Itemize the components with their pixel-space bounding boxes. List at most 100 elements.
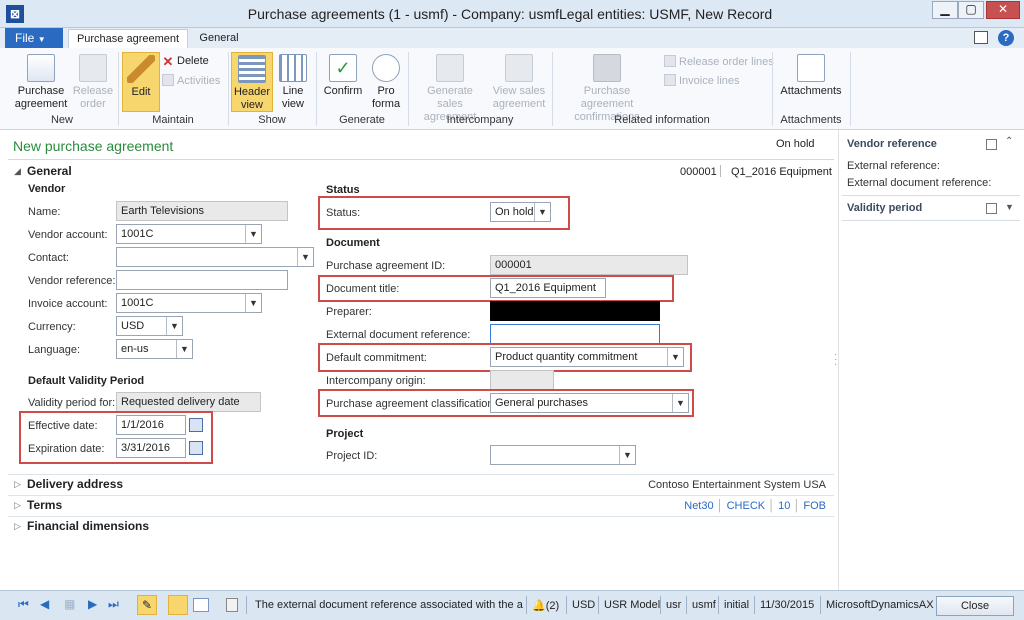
terms-delivery-link[interactable]: FOB xyxy=(803,500,826,512)
alerts-indicator[interactable]: 🔔(2) xyxy=(532,599,559,612)
divider xyxy=(842,220,1020,221)
ext-doc-ref-field[interactable] xyxy=(490,324,660,344)
attachments-button[interactable]: Attachments xyxy=(776,54,846,98)
general-section-title[interactable]: General xyxy=(27,164,72,178)
document-title-field[interactable]: Q1_2016 Equipment xyxy=(490,278,606,298)
header-view-label: Header view xyxy=(233,86,271,111)
next-record-icon[interactable]: ▶ xyxy=(88,597,97,611)
terms-days-link[interactable]: 10 xyxy=(778,500,790,512)
collapse-triangle-icon[interactable]: ◢ xyxy=(14,166,21,177)
factbox-validity-period-title[interactable]: Validity period xyxy=(847,202,922,214)
status-date[interactable]: 11/30/2015 xyxy=(760,599,814,611)
chevron-down-icon[interactable]: ▼ xyxy=(672,394,688,412)
contact-field[interactable]: ▼ xyxy=(116,247,314,267)
classification-select[interactable]: General purchases ▼ xyxy=(490,393,689,413)
factbox-maximize-icon[interactable] xyxy=(986,203,997,214)
status-partition[interactable]: initial xyxy=(724,599,749,611)
commitment-value: Product quantity commitment xyxy=(495,351,638,363)
language-field[interactable]: en-us ▼ xyxy=(116,339,193,359)
status-model[interactable]: USR Model xyxy=(604,599,660,611)
default-commitment-select[interactable]: Product quantity commitment ▼ xyxy=(490,347,684,367)
edit-button[interactable]: Edit xyxy=(122,52,160,112)
delete-button[interactable]: ✕ Delete xyxy=(162,55,209,68)
view-sales-icon xyxy=(505,54,533,82)
vendor-account-field[interactable]: 1001C ▼ xyxy=(116,224,262,244)
calendar-icon[interactable] xyxy=(189,418,203,432)
status-layer[interactable]: usr xyxy=(666,599,681,611)
fasttab-financial-dimensions[interactable]: ▷ Financial dimensions xyxy=(8,516,834,537)
help-icon[interactable]: ? xyxy=(998,30,1014,46)
release-order-button[interactable]: Release order xyxy=(72,54,114,111)
group-label-show: Show xyxy=(258,114,286,126)
close-button[interactable]: Close xyxy=(936,596,1014,616)
preparer-redacted-field[interactable] xyxy=(490,301,660,321)
header-view-toggle-icon[interactable] xyxy=(168,595,188,615)
purchase-agreement-new-button[interactable]: Purchase agreement xyxy=(12,54,70,111)
invoice-account-field[interactable]: 1001C ▼ xyxy=(116,293,262,313)
terms-method-link[interactable]: CHECK xyxy=(727,500,766,512)
activities-icon xyxy=(162,74,174,86)
last-record-icon[interactable]: ⏭ xyxy=(108,597,119,612)
factbox-maximize-icon[interactable] xyxy=(986,139,997,150)
previous-record-icon[interactable]: ◀ xyxy=(40,597,49,611)
chevron-down-icon[interactable]: ▼ xyxy=(245,225,261,243)
confirm-button[interactable]: ✓ Confirm xyxy=(320,54,366,98)
line-view-button[interactable]: Line view xyxy=(276,54,310,111)
effective-date-label: Effective date: xyxy=(28,420,98,432)
file-menu-tab[interactable]: File ▼ xyxy=(5,28,63,48)
document-icon[interactable] xyxy=(226,598,238,612)
new-document-icon xyxy=(27,54,55,82)
tab-general[interactable]: General xyxy=(190,29,248,48)
release-order-lines-label: Release order lines xyxy=(679,56,774,68)
project-id-field[interactable]: ▼ xyxy=(490,445,636,465)
minimize-button[interactable]: ▁ xyxy=(932,1,958,19)
vendor-name-field[interactable]: Earth Televisions xyxy=(116,201,288,221)
first-record-icon[interactable]: ⏮ xyxy=(18,597,29,612)
chevron-down-icon[interactable]: ▼ xyxy=(297,248,313,266)
close-window-button[interactable]: ✕ xyxy=(986,1,1020,19)
pa-id-field[interactable]: 000001 xyxy=(490,255,688,275)
ax-app-icon[interactable]: ⊠ xyxy=(6,5,24,23)
vendor-reference-field[interactable] xyxy=(116,270,288,290)
validity-for-field[interactable]: Requested delivery date xyxy=(116,392,261,412)
currency-field[interactable]: USD ▼ xyxy=(116,316,183,336)
line-view-toggle-icon[interactable] xyxy=(193,598,209,612)
pro-forma-button[interactable]: Pro forma xyxy=(368,54,404,111)
chevron-down-icon[interactable]: ▼ xyxy=(176,340,192,358)
tab-purchase-agreement[interactable]: Purchase agreement xyxy=(68,29,188,48)
group-label-new: New xyxy=(50,114,73,126)
edit-mode-pencil-icon[interactable]: ✎ xyxy=(137,595,157,615)
splitter-grip[interactable]: · · · xyxy=(834,350,837,370)
ribbon-collapse-icon[interactable] xyxy=(974,31,988,44)
calendar-icon[interactable] xyxy=(189,441,203,455)
financial-dimensions-title: Financial dimensions xyxy=(27,519,150,533)
maximize-button[interactable]: ▢ xyxy=(958,1,984,19)
release-order-lines-button[interactable]: Release order lines xyxy=(664,55,774,69)
chevron-down-icon[interactable]: ▼ xyxy=(619,446,635,464)
chevron-down-icon[interactable]: ▼ xyxy=(166,317,182,335)
effective-date-field[interactable]: 1/1/2016 xyxy=(116,415,186,435)
intercompany-origin-field[interactable] xyxy=(490,370,554,390)
status-select[interactable]: On hold ▼ xyxy=(490,202,551,222)
status-company[interactable]: usmf xyxy=(692,599,716,611)
chevron-down-icon[interactable]: ▼ xyxy=(534,203,550,221)
status-instance: MicrosoftDynamicsAX xyxy=(826,599,934,611)
record-grid-icon[interactable]: ▦ xyxy=(64,597,75,611)
fasttab-delivery-address[interactable]: ▷ Delivery address Contoso Entertainment… xyxy=(8,474,834,495)
chevron-down-icon[interactable]: ▼ xyxy=(1005,202,1014,212)
view-sales-agreement-button[interactable]: View sales agreement xyxy=(490,54,548,111)
chevron-down-icon[interactable]: ▼ xyxy=(245,294,261,312)
expiration-date-field[interactable]: 3/31/2016 xyxy=(116,438,186,458)
terms-payment-link[interactable]: Net30 xyxy=(684,500,713,512)
header-status: On hold xyxy=(776,138,815,150)
chevron-up-icon[interactable]: ⌃ xyxy=(1005,136,1013,147)
fasttab-terms[interactable]: ▷ Terms Net30 │ CHECK │ 10 │ FOB xyxy=(8,495,834,516)
header-view-button[interactable]: Header view xyxy=(231,52,273,112)
invoice-lines-button[interactable]: Invoice lines xyxy=(664,74,740,88)
status-currency[interactable]: USD xyxy=(572,599,595,611)
chevron-down-icon[interactable]: ▼ xyxy=(667,348,683,366)
invoice-account-label: Invoice account: xyxy=(28,298,108,310)
group-label-maintain: Maintain xyxy=(152,114,194,126)
factbox-vendor-reference-title[interactable]: Vendor reference xyxy=(847,138,937,150)
activities-button[interactable]: Activities xyxy=(162,74,220,88)
